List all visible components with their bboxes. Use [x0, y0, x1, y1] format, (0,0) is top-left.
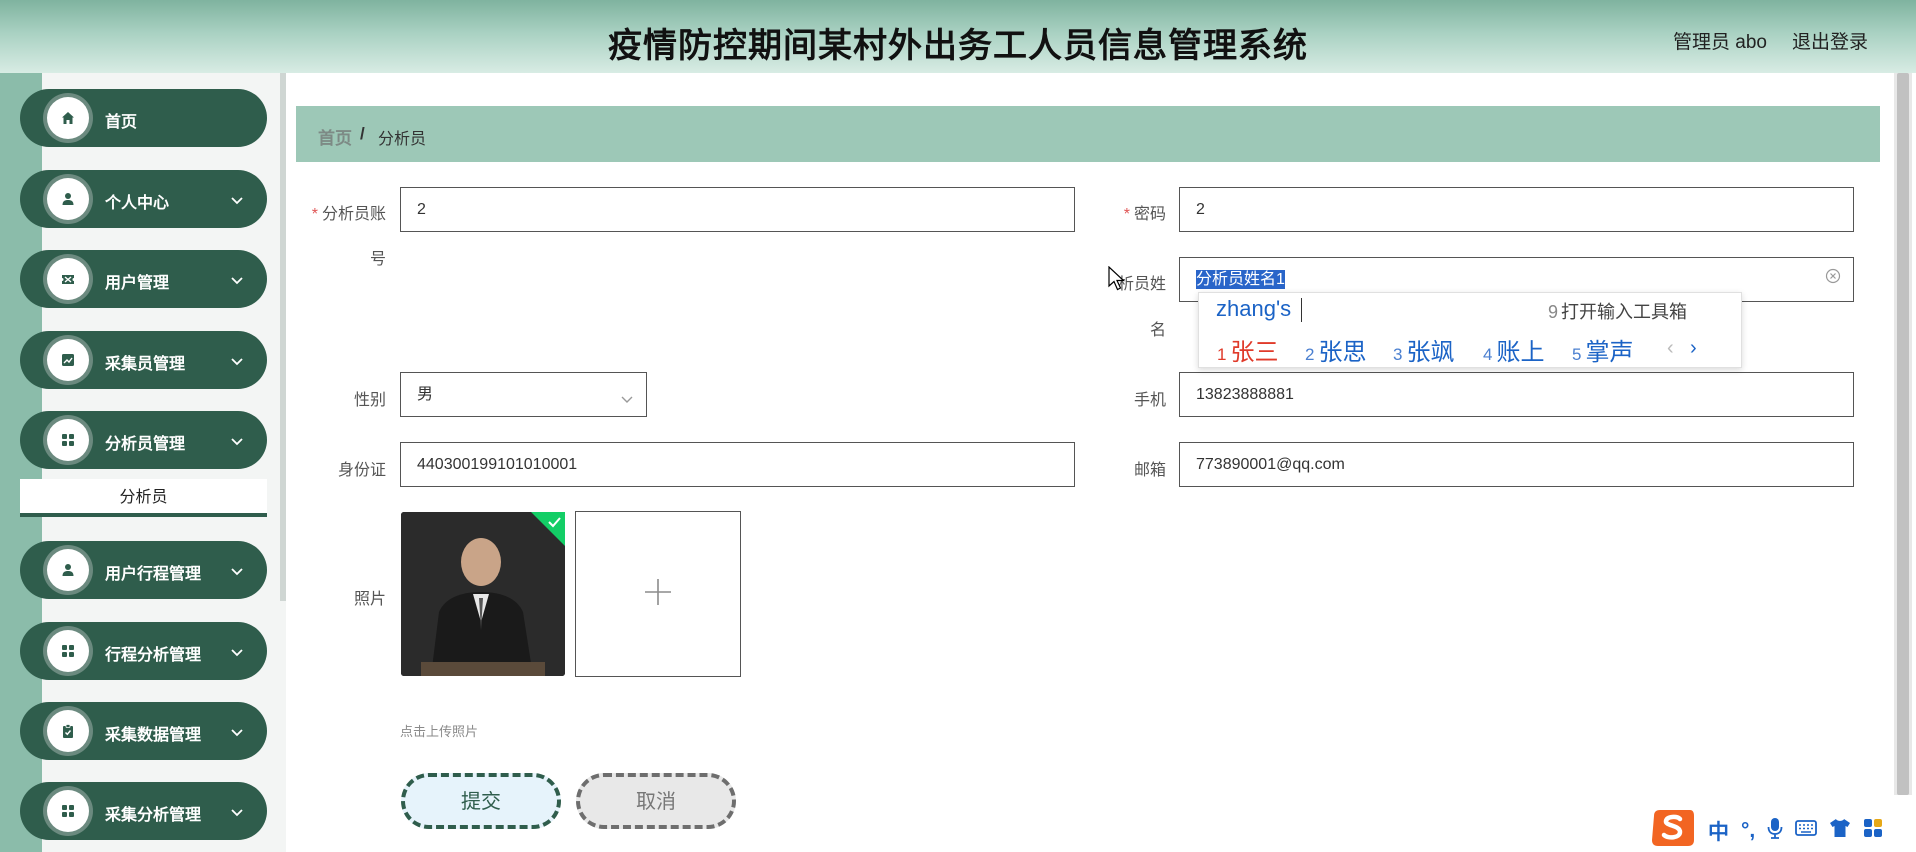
sidebar-item-collected-data[interactable]: 采集数据管理 — [20, 702, 267, 760]
home-icon — [47, 97, 89, 139]
ime-candidate[interactable]: 4 账上 — [1483, 332, 1544, 367]
chevron-down-icon — [230, 353, 244, 371]
sidebar-item-collectors[interactable]: 采集员管理 — [20, 331, 267, 389]
selected-text: 分析员姓名1 — [1196, 270, 1285, 289]
apps-grid-icon[interactable] — [1863, 818, 1883, 844]
sidebar-item-analysts[interactable]: 分析员管理 — [20, 411, 267, 469]
chevron-down-icon — [230, 644, 244, 662]
upload-photo-button[interactable] — [575, 511, 741, 677]
email-label: 邮箱 — [1133, 462, 1166, 479]
ticket-icon — [47, 258, 89, 300]
sogou-logo-icon[interactable] — [1650, 808, 1696, 852]
breadcrumb-current: 分析员 — [378, 131, 427, 148]
ime-status-bar: 中 °, — [1650, 810, 1916, 852]
grid-icon — [47, 630, 89, 672]
breadcrumb — [296, 106, 1880, 162]
chart-icon — [47, 339, 89, 381]
sidebar-item-label: 分析员管理 — [105, 436, 186, 453]
logout-link[interactable]: 退出登录 — [1792, 27, 1868, 54]
name-label-wrap: 名 — [1149, 322, 1166, 339]
sidebar-item-trip-analysis[interactable]: 行程分析管理 — [20, 622, 267, 680]
clipboard-icon — [47, 710, 89, 752]
cancel-button[interactable]: 取消 — [576, 773, 736, 829]
sidebar-item-collected-analysis[interactable]: 采集分析管理 — [20, 782, 267, 840]
sidebar-item-label: 个人中心 — [105, 195, 170, 212]
required-mark: * — [311, 206, 318, 223]
breadcrumb-home[interactable]: 首页 — [318, 124, 352, 149]
account-input[interactable]: 2 — [400, 187, 1075, 232]
ime-punct-toggle[interactable]: °, — [1741, 819, 1755, 843]
clear-icon[interactable] — [1825, 268, 1841, 289]
check-icon — [531, 512, 565, 546]
photo-label: 照片 — [353, 591, 386, 608]
chevron-down-icon — [620, 391, 634, 409]
gender-select[interactable]: 男 — [400, 372, 647, 417]
grid-icon — [47, 790, 89, 832]
chevron-down-icon — [230, 192, 244, 210]
password-input[interactable]: 2 — [1179, 187, 1854, 232]
account-label: * 分析员账 — [311, 206, 386, 223]
sidebar-item-label: 采集员管理 — [105, 356, 186, 373]
ime-candidate[interactable]: 2 张思 — [1305, 332, 1366, 367]
phone-input[interactable]: 13823888881 — [1179, 372, 1854, 417]
required-mark: * — [1123, 206, 1130, 223]
sidebar-item-label: 采集数据管理 — [105, 727, 202, 744]
sidebar-item-users[interactable]: 用户管理 — [20, 250, 267, 308]
sidebar-item-user-trips[interactable]: 用户行程管理 — [20, 541, 267, 599]
sidebar-item-label: 用户管理 — [105, 275, 170, 292]
skin-icon[interactable] — [1829, 818, 1851, 844]
idcard-input[interactable]: 440300199101010001 — [400, 442, 1075, 487]
person-icon — [47, 549, 89, 591]
upload-hint: 点击上传照片 — [400, 724, 479, 739]
sidebar-subitem-analyst[interactable]: 分析员 — [20, 479, 267, 517]
sidebar-item-profile[interactable]: 个人中心 — [20, 170, 267, 228]
ime-candidate[interactable]: 5 掌声 — [1572, 332, 1633, 367]
grid-icon — [47, 419, 89, 461]
gender-label: 性别 — [353, 392, 386, 409]
submit-button[interactable]: 提交 — [401, 773, 561, 829]
plus-icon — [644, 578, 672, 611]
ime-prev-page[interactable]: ‹ — [1667, 337, 1674, 360]
chevron-down-icon — [230, 563, 244, 581]
sidebar-item-label: 采集分析管理 — [105, 807, 202, 824]
phone-label: 手机 — [1133, 392, 1166, 409]
sidebar-item-label: 首页 — [105, 114, 138, 131]
system-title: 疫情防控期间某村外出务工人员信息管理系统 — [608, 27, 1308, 65]
ime-mode-toggle[interactable]: 中 — [1708, 816, 1729, 846]
sidebar-item-label: 行程分析管理 — [105, 647, 202, 664]
chevron-down-icon — [230, 804, 244, 822]
password-label: * 密码 — [1123, 206, 1166, 223]
idcard-label: 身份证 — [337, 462, 386, 479]
chevron-down-icon — [230, 433, 244, 451]
ime-toolbox-option[interactable]: 9 打开输入工具箱 — [1548, 298, 1687, 324]
main-scrollbar-thumb[interactable] — [1897, 73, 1909, 795]
email-input[interactable]: 773890001@qq.com — [1179, 442, 1854, 487]
ime-caret — [1301, 298, 1302, 322]
name-label: 析员姓 — [1117, 276, 1166, 293]
breadcrumb-separator: / — [360, 124, 365, 143]
chevron-down-icon — [230, 272, 244, 290]
microphone-icon[interactable] — [1767, 817, 1783, 845]
ime-candidate[interactable]: 3 张飒 — [1393, 332, 1454, 367]
ime-candidate[interactable]: 1 张三 — [1217, 332, 1278, 367]
account-label-wrap: 号 — [369, 251, 386, 268]
mouse-cursor-icon — [1108, 265, 1126, 297]
sidebar-item-home[interactable]: 首页 — [20, 89, 267, 147]
keyboard-icon[interactable] — [1795, 819, 1818, 843]
sidebar-item-label: 用户行程管理 — [105, 566, 202, 583]
ime-next-page[interactable]: › — [1690, 337, 1697, 360]
ime-pinyin-text: zhang's — [1216, 296, 1292, 321]
person-icon — [47, 178, 89, 220]
current-user: 管理员 abo — [1673, 32, 1767, 53]
chevron-down-icon — [230, 724, 244, 742]
